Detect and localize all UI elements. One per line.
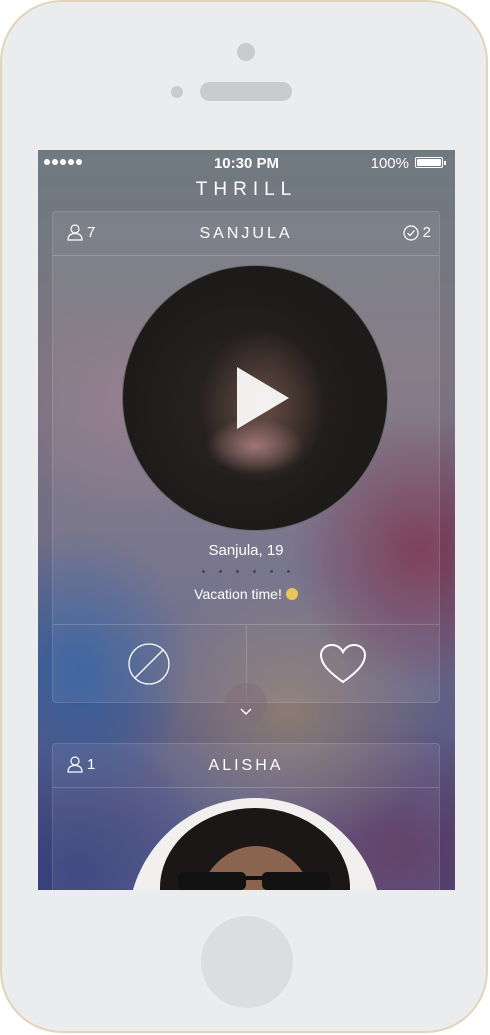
home-button[interactable]	[201, 916, 293, 1008]
profile-card: 7 SANJULA 2 Sanjula, 19 Vacation time!	[52, 211, 440, 703]
proximity-sensor	[171, 86, 183, 98]
app-title: THRILL	[195, 179, 298, 200]
profile-caption: Vacation time!	[53, 586, 439, 602]
earpiece-speaker	[200, 82, 292, 101]
card-name: SANJULA	[199, 225, 293, 242]
card-name: ALISHA	[208, 757, 284, 774]
status-bar: 10:30 PM 100%	[38, 150, 455, 174]
battery-icon	[415, 157, 446, 168]
page-indicator	[53, 570, 439, 573]
app-screen: 10:30 PM 100% THRILL 7 SANJULA 2 Sanjula…	[38, 150, 455, 890]
video-thumbnail[interactable]	[122, 265, 388, 531]
play-icon[interactable]	[237, 367, 289, 429]
mutual-count-value: 2	[422, 224, 431, 241]
check-circle-icon	[403, 224, 419, 241]
like-button[interactable]	[245, 625, 440, 703]
pass-icon	[128, 643, 170, 685]
pass-button[interactable]	[53, 625, 246, 703]
heart-icon	[319, 643, 366, 684]
profile-card: 1 ALISHA	[52, 743, 440, 890]
card-header: 7 SANJULA 2	[53, 212, 439, 256]
battery-percentage: 100%	[370, 155, 409, 172]
smiley-emoji-icon	[285, 588, 298, 600]
profile-name-age: Sanjula, 19	[208, 542, 284, 559]
card-header: 1 ALISHA	[53, 744, 439, 788]
front-camera	[237, 43, 255, 61]
chevron-down-icon	[240, 708, 252, 715]
mutual-count[interactable]: 2	[403, 224, 431, 241]
caption-text: Vacation time!	[194, 586, 282, 602]
profile-photo[interactable]	[128, 798, 382, 890]
phone-frame: 10:30 PM 100% THRILL 7 SANJULA 2 Sanjula…	[0, 0, 488, 1033]
expand-button[interactable]	[225, 683, 267, 725]
sunglasses-graphic	[178, 872, 330, 890]
